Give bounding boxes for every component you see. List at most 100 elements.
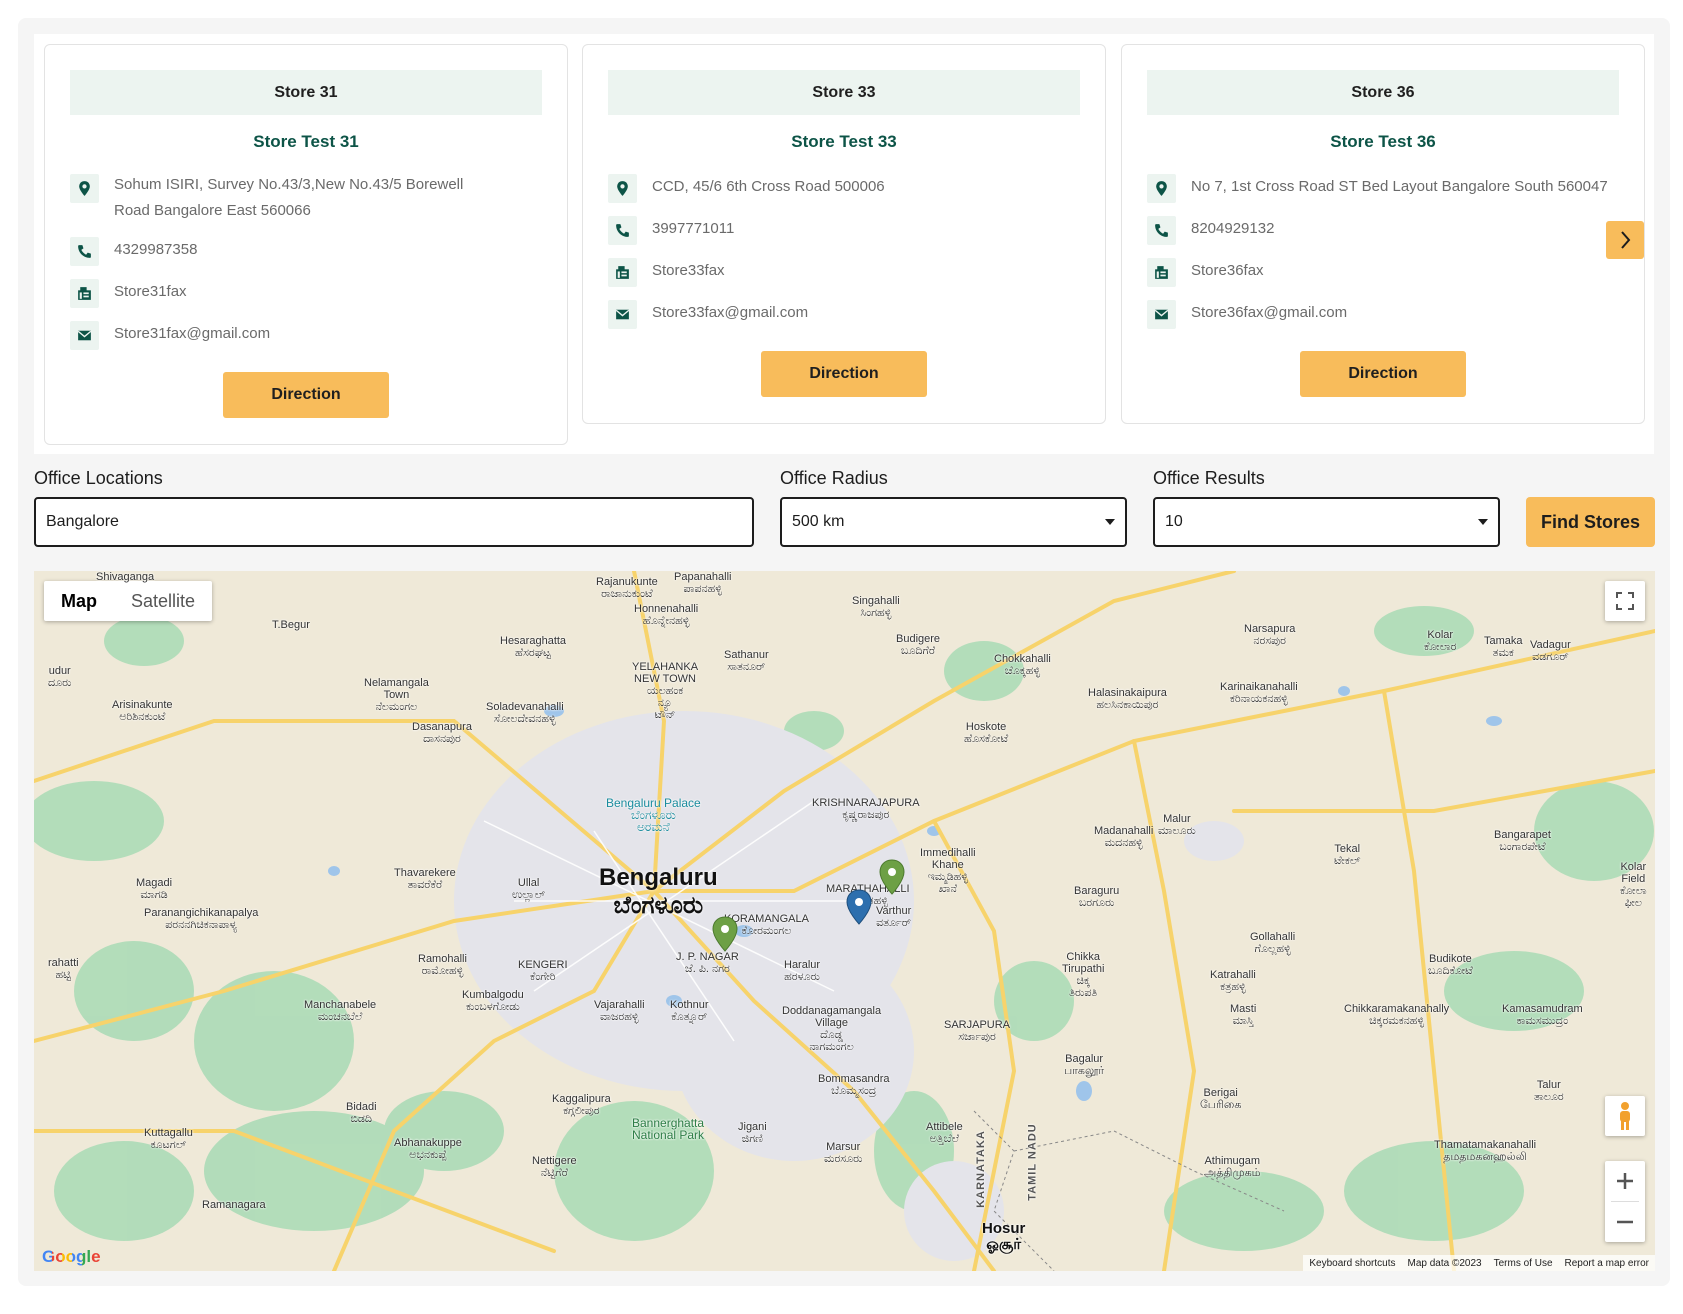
map-label-nelamangala: Nelamangala Town ನೆಲಮಂಗಲ [364, 677, 429, 713]
map-label-bangarapet: Bangarapet ಬಂಗಾರಪೇಟೆ [1494, 829, 1551, 853]
find-stores-button[interactable]: Find Stores [1526, 497, 1655, 547]
map-label-kuttagallu: Kuttagallu ಕೂಟಗಲ್ [144, 1127, 193, 1151]
map-label-baraguru: Baraguru ಬರಗೂರು [1074, 885, 1120, 909]
map-label-tamaka: Tamaka ತಮಕ [1484, 635, 1523, 659]
fullscreen-button[interactable] [1605, 581, 1645, 621]
store-email[interactable]: Store31fax@gmail.com [114, 321, 270, 347]
map-label-chokkahalli: Chokkahalli ಚೊಕ್ಕಹಳ್ಳಿ [994, 653, 1051, 677]
map-label-yelahanka: YELAHANKA NEW TOWN ಯಲಹಂಕ ನ್ಯೂ ಟೌನ್ [632, 661, 699, 721]
map-city-label-hosur: Hosur ஓசூர் [982, 1220, 1026, 1253]
map-label-gollahalli: Gollahalli ಗೊಲ್ಲಹಳ್ಳಿ [1250, 931, 1296, 955]
store-address: Sohum ISIRI, Survey No.43/3,New No.43/5 … [114, 176, 464, 219]
map-label-hoskote: Hoskote ಹೊಸಕೋಟೆ [964, 721, 1009, 745]
keyboard-shortcuts-link[interactable]: Keyboard shortcuts [1309, 1258, 1395, 1269]
store-card: Store 31 Store Test 31 Sohum ISIRI, Surv… [44, 44, 568, 445]
map-label-kothnur: Kothnur ಕೊತ್ನೂರ್ [670, 999, 709, 1023]
map-label-karinaikanahalli: Karinaikanahalli ಕರಿನಾಯಕನಹಳ್ಳಿ [1220, 681, 1298, 705]
map-label-sarjapura: SARJAPURA ಸರ್ಜಾಪುರ [944, 1019, 1011, 1043]
map-label-arisinakunte: Arisinakunte ಅರಿಶಿನಕುಂಟೆ [112, 699, 173, 723]
map-label-malur: Malur ಮಾಲೂರು [1158, 813, 1196, 837]
map-label-hesaraghatta: Hesaraghatta ಹೆಸರಘಟ್ಟ [500, 635, 567, 659]
map-label-kumbalgodu: Kumbalgodu ಕುಂಬಳಗೋಡು [462, 989, 524, 1013]
caret-down-icon [1478, 519, 1488, 525]
map-label-rajanukunte: Rajanukunte ರಾಜಾನುಕುಂಟೆ [596, 576, 658, 600]
store-fax: Store36fax [1191, 262, 1264, 279]
map-label-kaggalipura: Kaggalipura ಕಗ್ಗಲೀಪುರ [552, 1093, 611, 1117]
map-label-ramanagara: Ramanagara [202, 1199, 266, 1211]
map-type-map-button[interactable]: Map [44, 581, 114, 621]
office-radius-select[interactable]: 500 km [780, 497, 1127, 547]
map-label-budigere: Budigere ಬೂದಿಗೆರೆ [896, 633, 941, 657]
map-label-tbegur: T.Begur [272, 619, 310, 631]
carousel-next-button[interactable] [1606, 221, 1644, 259]
map-label-rahatti: rahatti ಹಟ್ಟಿ [48, 957, 79, 981]
map-label-kolar: Kolar ಕೋಲಾರ [1424, 629, 1457, 653]
map-type-satellite-button[interactable]: Satellite [114, 581, 212, 621]
map-label-budikote: Budikote ಬೂದಿಕೋಟೆ [1428, 953, 1473, 977]
store-card-header: Store 31 [70, 70, 542, 115]
store-map[interactable]: Map Satellite Bengaluru ಬೆಂಗಳೂರು Hosur ஓ… [34, 571, 1655, 1271]
terms-link[interactable]: Terms of Use [1494, 1258, 1553, 1269]
map-label-thavarekere: Thavarekere ತಾವರೆಕೆರೆ [394, 867, 456, 891]
street-view-button[interactable] [1605, 1096, 1645, 1136]
map-type-toggle: Map Satellite [44, 581, 213, 621]
fullscreen-icon [1616, 592, 1634, 610]
map-label-krishnarajapura: KRISHNARAJAPURA ಕೃಷ್ಣರಾಜಪುರ [812, 797, 920, 821]
office-radius-label: Office Radius [780, 468, 888, 488]
map-label-berigai: Berigai பேரிகை [1200, 1087, 1242, 1111]
map-label-ramohalli: Ramohalli ರಾಮೋಹಳ್ಳಿ [418, 953, 467, 977]
map-label-chikkaramakanahally: Chikkaramakanahally ಚಿಕ್ಕರಮಕನಹಳ್ಳಿ [1344, 1003, 1450, 1027]
map-label-bommasandra: Bommasandra ಬೊಮ್ಮಸಂದ್ರ [818, 1073, 890, 1097]
map-label-madanahalli: Madanahalli ಮದನಹಳ್ಳಿ [1094, 825, 1154, 849]
map-label-vajarahalli: Vajarahalli ವಾಜರಹಳ್ಳಿ [594, 999, 645, 1023]
office-results-value: 10 [1165, 513, 1183, 530]
office-results-select[interactable]: 10 [1153, 497, 1500, 547]
store-email[interactable]: Store33fax@gmail.com [652, 300, 808, 326]
direction-button[interactable]: Direction [1300, 351, 1466, 397]
map-label-haralur: Haralur ಹರಳೂರು [784, 959, 821, 983]
direction-button[interactable]: Direction [761, 351, 927, 397]
map-label-tekal: Tekal ಟೇಕಲ್ [1334, 843, 1361, 867]
map-label-doddanagamangala: Doddanagamangala Village ದೊಡ್ಡ ನಾಗಮಂಗಲ [782, 1005, 882, 1053]
store-address: CCD, 45/6 6th Cross Road 500006 [652, 178, 885, 195]
map-label-thamatamakanahalli: Thamatamakanahalli தமதமகனஹல்லி [1434, 1139, 1537, 1163]
map-label-singhalli: Singahalli ಸಿಂಗಹಳ್ಳಿ [852, 595, 900, 619]
map-label-karnataka: KARNATAKA [974, 1130, 987, 1208]
store-phone[interactable]: 4329987358 [114, 237, 197, 263]
map-label-kengeri: KENGERI ಕೆಂಗೇರಿ [518, 959, 568, 983]
location-pin-icon [70, 174, 99, 203]
map-label-abhanakuppe: Abhanakuppe ಅಭನಕುಪ್ಪೆ [394, 1137, 462, 1161]
office-locations-input[interactable]: Bangalore [34, 497, 754, 547]
map-attribution: Keyboard shortcuts Map data ©2023 Terms … [1303, 1255, 1655, 1271]
map-label-bagalur: Bagalur பாகலூர் [1064, 1053, 1105, 1077]
map-pin-icon[interactable] [712, 916, 738, 952]
store-email[interactable]: Store36fax@gmail.com [1191, 300, 1347, 326]
map-label-tamilnadu: TAMIL NADU [1026, 1123, 1039, 1201]
map-pin-icon[interactable] [846, 889, 872, 925]
zoom-in-icon [1617, 1173, 1633, 1189]
map-label-nettigere: Nettigere ನೆಟ್ಟಿಗೆರೆ [532, 1155, 577, 1179]
map-label-palace: Bengaluru Palace ಬೆಂಗಳೂರು ಅರಮನೆ [606, 796, 701, 834]
store-card: Store 36 Store Test 36 No 7, 1st Cross R… [1121, 44, 1645, 424]
map-label-jigani: Jigani ಜಿಗಣಿ [738, 1121, 767, 1145]
map-label-vadagur: Vadagur ವಡಗೂರ್ [1530, 639, 1571, 663]
store-phone[interactable]: 8204929132 [1191, 216, 1274, 242]
map-label-honnenahalli: Honnenahalli ಹೊನ್ನೇನಹಳ್ಳಿ [634, 603, 699, 627]
store-fax: Store31fax [114, 283, 187, 300]
store-phone[interactable]: 3997771011 [652, 216, 734, 242]
direction-button[interactable]: Direction [223, 372, 389, 418]
phone-icon [608, 216, 637, 245]
fax-icon [70, 279, 99, 308]
zoom-in-button[interactable] [1616, 1161, 1634, 1201]
map-tiles [34, 571, 1655, 1271]
map-label-athimugam: Athimugam அத்திமுகம் [1204, 1155, 1261, 1179]
zoom-out-button[interactable] [1616, 1202, 1634, 1242]
report-error-link[interactable]: Report a map error [1565, 1258, 1649, 1269]
map-pin-icon[interactable] [879, 859, 905, 895]
map-city-label: Bengaluru ಬೆಂಗಳೂರು [599, 864, 718, 919]
map-label-papanahalli: Papanahalli ಪಾಪನಹಳ್ಳಿ [674, 571, 732, 595]
store-name: Store Test 31 [253, 132, 359, 151]
store-card-header: Store 36 [1147, 70, 1619, 115]
map-label-ullal: Ullal ಉಲ್ಲಾಲ್ [512, 877, 546, 901]
map-label-paranana: Paranangichikanapalya ಪರನನಗಿಚಿಕನಾಪಾಳ್ಯ [144, 907, 259, 931]
